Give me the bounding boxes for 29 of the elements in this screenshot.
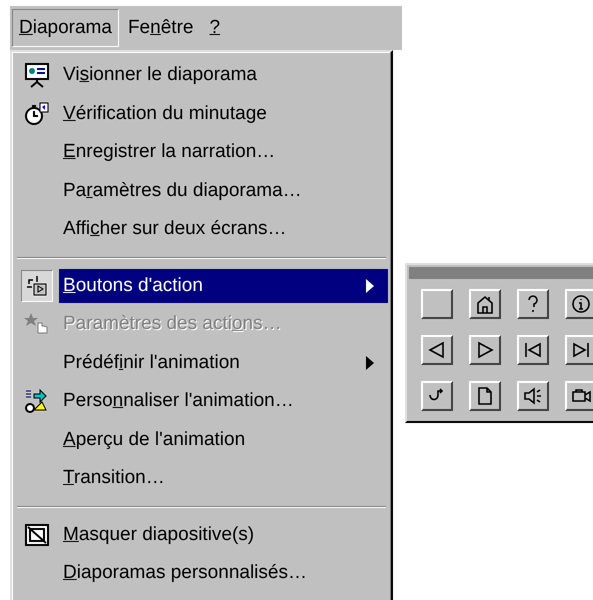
blank-button-icon[interactable]	[421, 288, 453, 318]
menu-item[interactable]: Masquer diapositive(s)	[59, 518, 388, 552]
menu-item[interactable]: Paramètres du diaporama…	[59, 174, 388, 208]
menu-item[interactable]: Afficher sur deux écrans…	[59, 212, 388, 246]
projector-screen-icon	[24, 62, 50, 88]
menu-item[interactable]: Boutons d'action	[59, 268, 388, 303]
info-icon[interactable]	[565, 288, 593, 318]
first-icon[interactable]	[517, 334, 549, 364]
speaker-icon[interactable]	[517, 380, 549, 410]
movie-camera-icon[interactable]	[565, 380, 593, 410]
document-icon[interactable]	[469, 380, 501, 410]
menu-item[interactable]: Personnaliser l'animation…	[59, 384, 388, 418]
hidden-slide-icon	[24, 522, 50, 548]
menu-item[interactable]: Vérification du minutage	[59, 96, 388, 131]
menu-bar-item[interactable]: ?	[202, 9, 228, 47]
menu-item[interactable]: Diaporamas personnalisés…	[59, 556, 388, 590]
stopwatch-icon	[24, 100, 50, 127]
menu-item[interactable]: Transition…	[59, 461, 388, 496]
question-mark-icon[interactable]	[517, 288, 549, 318]
menu-bar-item[interactable]: Diaporama	[12, 9, 119, 47]
action-button-icon	[21, 270, 53, 302]
return-icon[interactable]	[421, 380, 453, 410]
menu-item[interactable]: Prédéfinir l'animation	[59, 346, 388, 380]
last-icon[interactable]	[565, 334, 593, 364]
menu-item[interactable]: Aperçu de l'animation	[59, 422, 388, 457]
home-icon[interactable]	[469, 288, 501, 318]
menu-bar-item[interactable]: Fenêtre	[120, 9, 200, 47]
menu-item[interactable]: Enregistrer la narration…	[59, 135, 388, 170]
menu-item[interactable]: Visionner le diaporama	[59, 58, 388, 92]
